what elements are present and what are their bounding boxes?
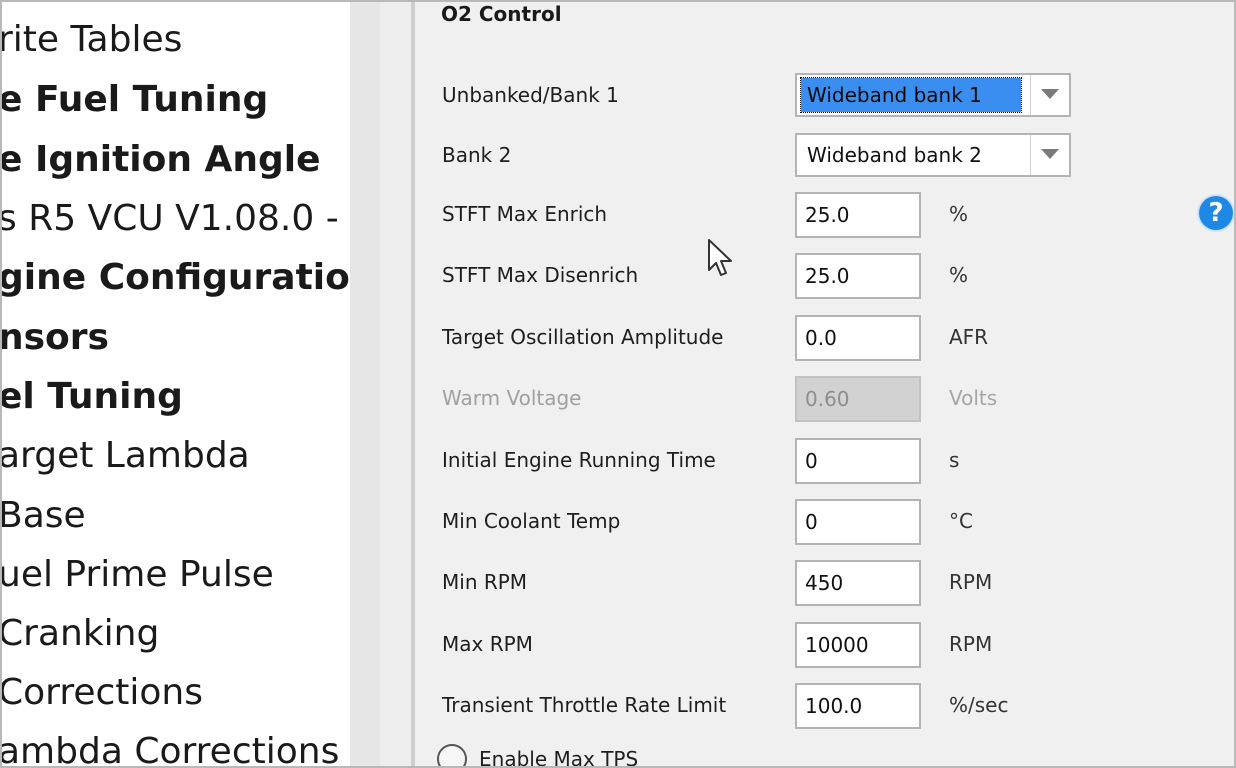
- splitter[interactable]: [350, 2, 380, 766]
- chevron-down-icon[interactable]: [1030, 135, 1069, 175]
- tree-item-base-ignition-angle[interactable]: e Ignition Angle: [2, 138, 321, 182]
- stft-max-enrich-unit: %: [949, 202, 969, 226]
- unbanked-select[interactable]: Wideband bank 1: [795, 73, 1071, 117]
- navigation-tree: rite Tables e Fuel Tuning e Ignition Ang…: [2, 2, 350, 766]
- tree-item-cranking[interactable]: Cranking: [2, 612, 159, 656]
- tree-item-fuel-prime-pulse[interactable]: uel Prime Pulse: [2, 553, 274, 597]
- app-window: rite Tables e Fuel Tuning e Ignition Ang…: [0, 0, 1236, 768]
- warm-voltage-input: 0.60: [795, 376, 921, 422]
- tree-item-lambda-corrections[interactable]: ambda Corrections: [2, 730, 339, 766]
- unbanked-label: Unbanked/Bank 1: [442, 83, 619, 107]
- initial-engine-running-time-unit: s: [949, 448, 960, 472]
- target-oscillation-amplitude-label: Target Oscillation Amplitude: [442, 325, 724, 349]
- target-oscillation-amplitude-unit: AFR: [949, 325, 989, 349]
- mouse-cursor-icon: [708, 239, 732, 276]
- max-rpm-unit: RPM: [949, 632, 993, 656]
- section-title: O2 Control: [441, 2, 562, 26]
- min-rpm-label: Min RPM: [442, 570, 528, 594]
- help-icon[interactable]: ?: [1199, 196, 1233, 230]
- tree-item-engine-configuration[interactable]: gine Configuration: [2, 256, 350, 300]
- stft-max-enrich-input[interactable]: 25.0: [795, 192, 921, 238]
- warm-voltage-unit: Volts: [949, 386, 998, 410]
- initial-engine-running-time-label: Initial Engine Running Time: [442, 448, 716, 472]
- tree-item-target-lambda[interactable]: arget Lambda: [2, 434, 250, 478]
- target-oscillation-amplitude-input[interactable]: 0.0: [795, 315, 921, 361]
- initial-engine-running-time-input[interactable]: 0: [795, 438, 921, 484]
- max-rpm-input[interactable]: 10000: [795, 622, 921, 668]
- tree-item-vcu-version[interactable]: s R5 VCU V1.08.0 - F: [2, 197, 350, 241]
- warm-voltage-label: Warm Voltage: [442, 386, 582, 410]
- bank2-select[interactable]: Wideband bank 2: [795, 133, 1071, 177]
- max-rpm-label: Max RPM: [442, 632, 533, 656]
- stft-max-disenrich-unit: %: [949, 263, 969, 287]
- enable-max-tps-label: Enable Max TPS: [479, 747, 639, 768]
- unbanked-select-value: Wideband bank 1: [800, 77, 1022, 113]
- tree-item-sensors[interactable]: nsors: [2, 316, 109, 360]
- min-coolant-temp-label: Min Coolant Temp: [442, 509, 621, 533]
- tree-item-write-tables[interactable]: rite Tables: [2, 18, 182, 62]
- scroll-gutter: [380, 2, 412, 766]
- transient-throttle-rate-limit-label: Transient Throttle Rate Limit: [442, 693, 727, 717]
- stft-max-disenrich-input[interactable]: 25.0: [795, 253, 921, 299]
- chevron-down-icon[interactable]: [1030, 75, 1069, 115]
- min-coolant-temp-unit: °C: [949, 509, 973, 533]
- bank2-select-value: Wideband bank 2: [807, 143, 982, 167]
- bank2-label: Bank 2: [442, 143, 512, 167]
- stft-max-disenrich-label: STFT Max Disenrich: [442, 263, 639, 287]
- enable-max-tps-radio[interactable]: [437, 744, 467, 766]
- transient-throttle-rate-limit-unit: %/sec: [949, 693, 1009, 717]
- o2-control-panel: O2 Control Unbanked/Bank 1 Wideband bank…: [415, 2, 1234, 766]
- tree-item-base[interactable]: Base: [2, 494, 86, 538]
- min-rpm-input[interactable]: 450: [795, 560, 921, 606]
- min-coolant-temp-input[interactable]: 0: [795, 499, 921, 545]
- min-rpm-unit: RPM: [949, 570, 993, 594]
- tree-item-base-fuel-tuning[interactable]: e Fuel Tuning: [2, 78, 268, 122]
- tree-item-fuel-tuning[interactable]: el Tuning: [2, 375, 183, 419]
- tree-item-corrections[interactable]: Corrections: [2, 671, 203, 715]
- transient-throttle-rate-limit-input[interactable]: 100.0: [795, 683, 921, 729]
- stft-max-enrich-label: STFT Max Enrich: [442, 202, 608, 226]
